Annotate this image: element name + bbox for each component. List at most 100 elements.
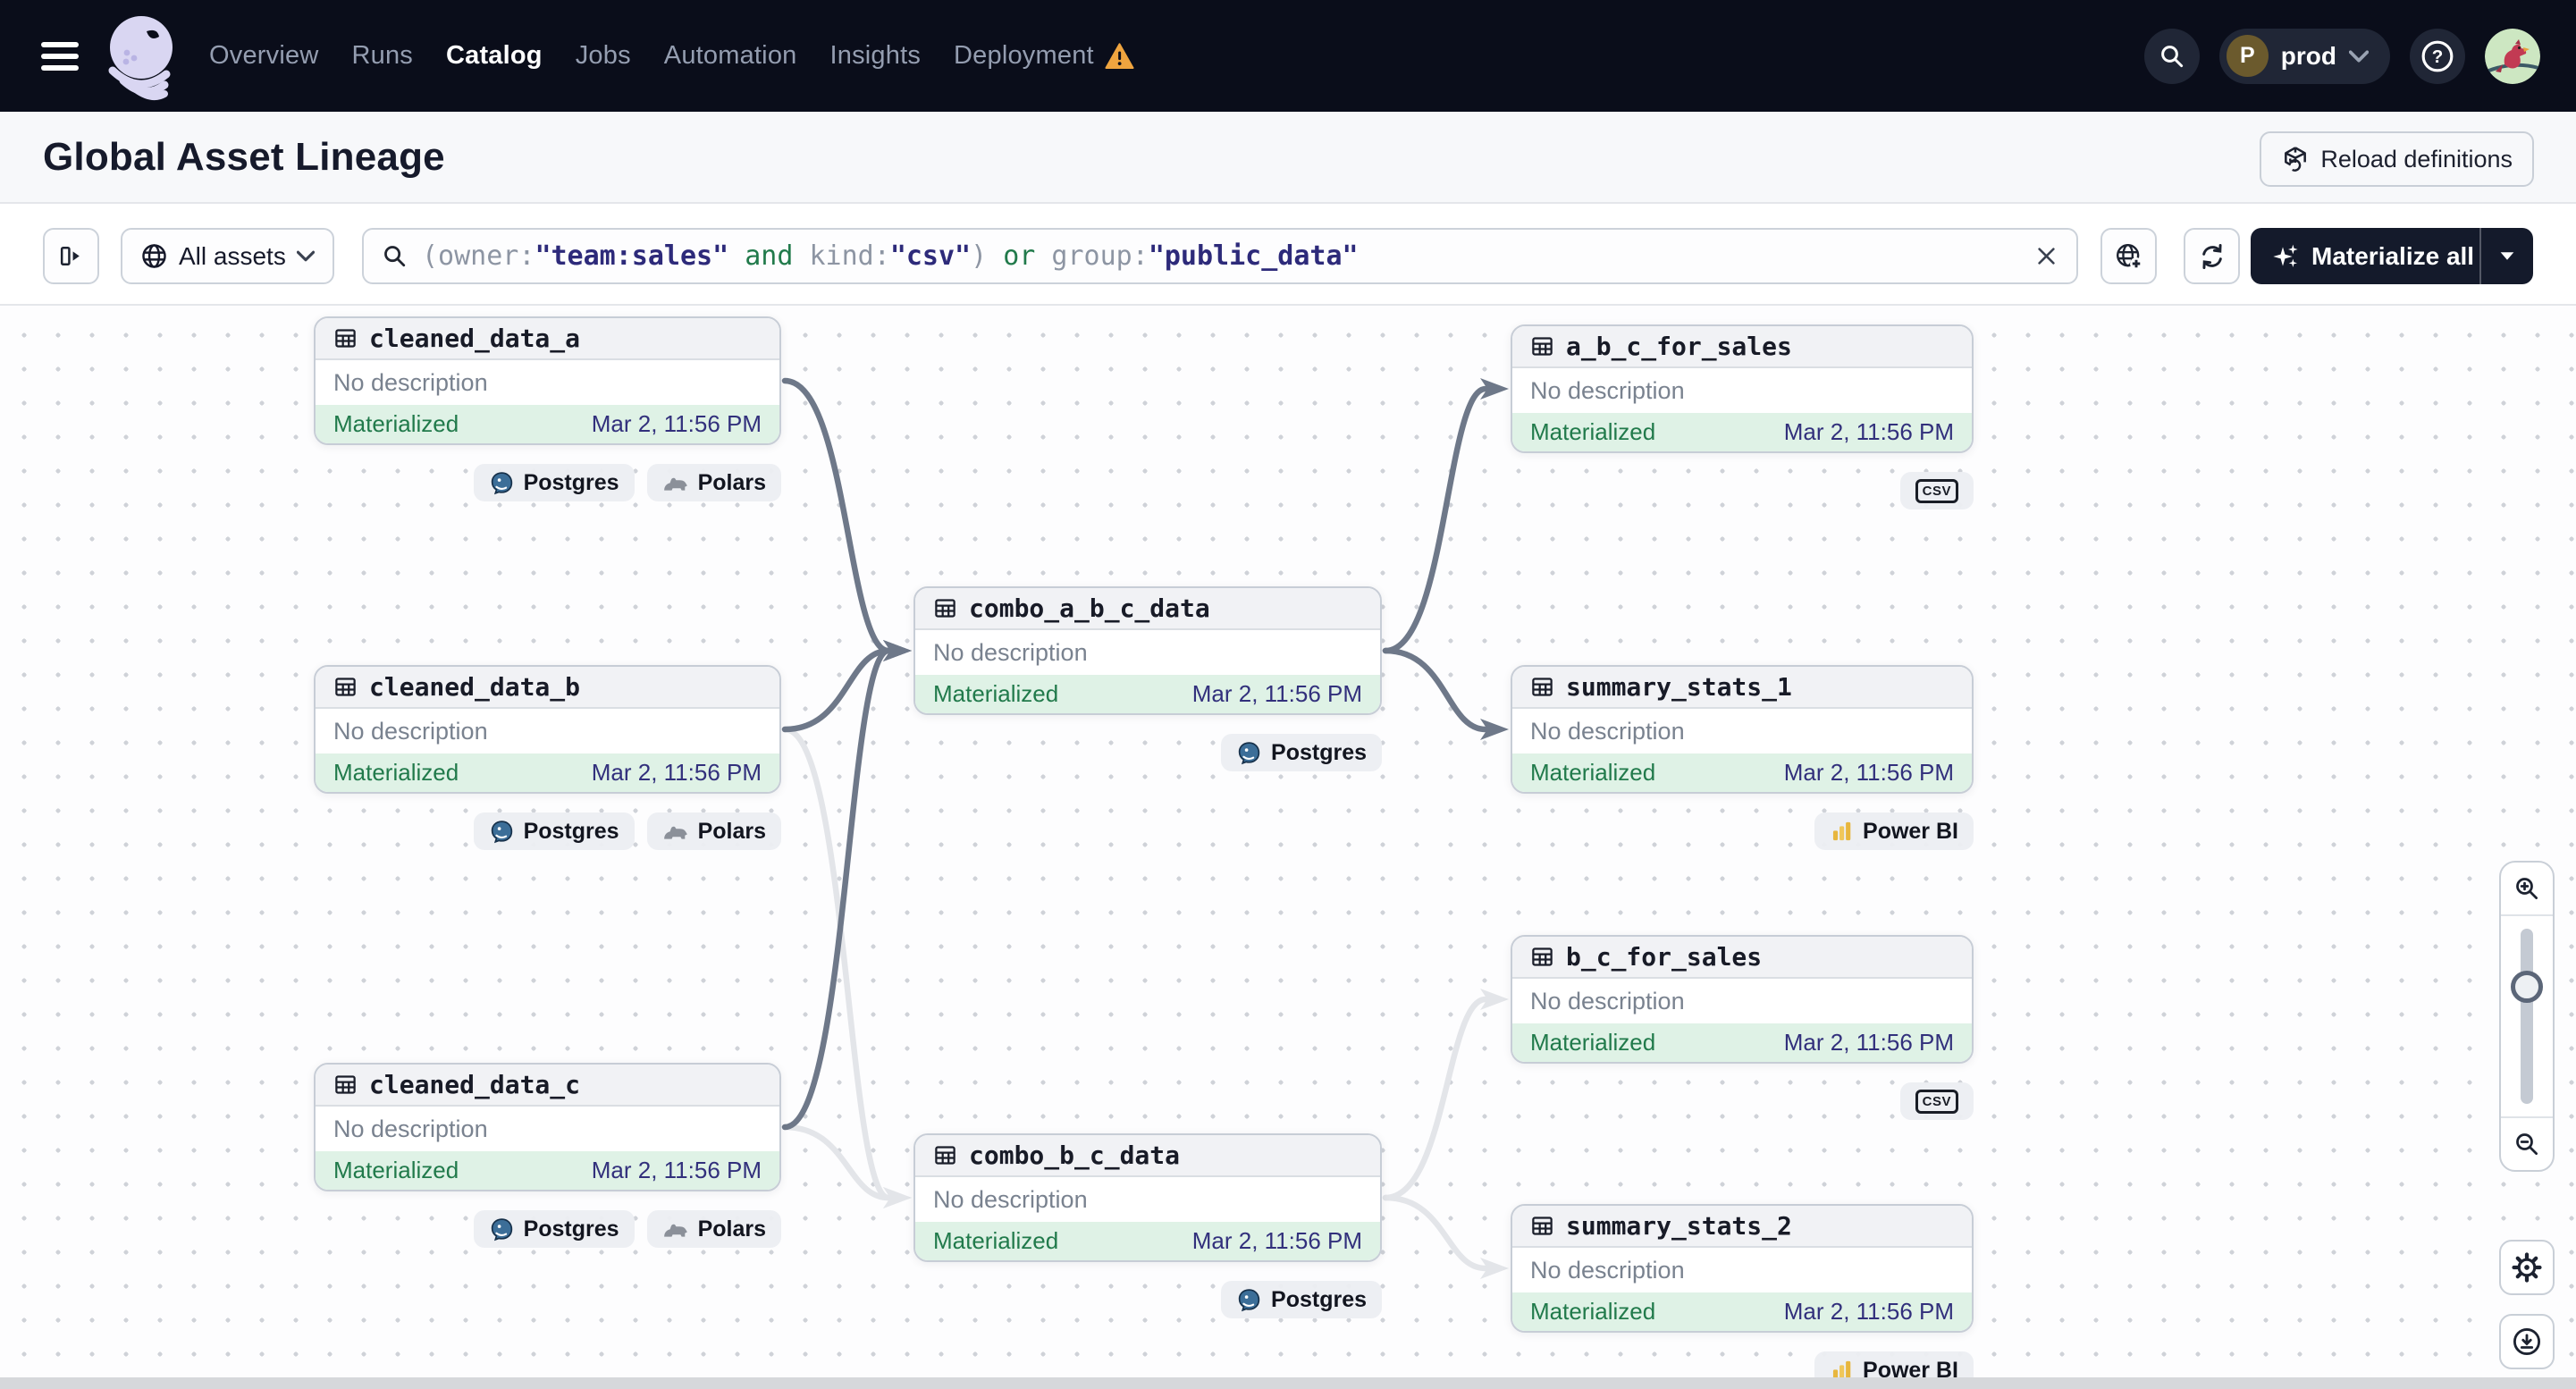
svg-text:?: ? [2432, 46, 2444, 67]
asset-status-bar: Materialized Mar 2, 11:56 PM [915, 675, 1380, 713]
deployment-name: prod [2280, 41, 2336, 70]
nav-item-insights[interactable]: Insights [829, 41, 921, 71]
asset-node-summary_stats_1[interactable]: summary_stats_1 No description Materiali… [1511, 665, 1974, 794]
asset-scope-dropdown[interactable]: All assets [121, 228, 334, 284]
lineage-edge-cleaned_data_b-to-combo_b_c_data [781, 726, 912, 1208]
kind-tag-csv[interactable]: CSV [1899, 472, 1974, 509]
query-segment-value: "team:sales" [535, 240, 729, 272]
menu-icon[interactable] [41, 36, 79, 77]
power-bi-icon [1832, 1360, 1851, 1377]
zoom-out-button[interactable] [2501, 1118, 2553, 1170]
polars-bear-icon [663, 1224, 687, 1237]
postgres-icon [1238, 741, 1260, 764]
zoom-in-button[interactable] [2501, 863, 2553, 914]
asset-tag-row: Power BI [1511, 1351, 1974, 1377]
nav-item-jobs[interactable]: Jobs [576, 41, 631, 71]
kind-tag-postgres[interactable]: Postgres [1221, 1281, 1382, 1318]
kind-tag-polars[interactable]: Polars [646, 1210, 781, 1248]
asset-status-bar: Materialized Mar 2, 11:56 PM [316, 405, 779, 443]
asset-node-header: b_c_for_sales [1512, 937, 1972, 979]
kind-tag-label: Polars [697, 1216, 766, 1242]
clear-filter-icon[interactable] [2034, 244, 2058, 268]
materialization-timestamp: Mar 2, 11:56 PM [1783, 1029, 1954, 1056]
asset-status-bar: Materialized Mar 2, 11:56 PM [915, 1222, 1380, 1260]
kind-tag-polars[interactable]: Polars [646, 812, 781, 850]
asset-tag-row: Power BI [1511, 812, 1974, 850]
polars-bear-icon [663, 826, 687, 839]
kind-tag-polars[interactable]: Polars [646, 464, 781, 501]
nav-item-deployment[interactable]: Deployment [954, 41, 1134, 71]
nav-item-catalog[interactable]: Catalog [446, 41, 543, 71]
materialize-all-button[interactable]: Materialize all [2251, 228, 2533, 284]
kind-tag-postgres[interactable]: Postgres [1221, 734, 1382, 771]
asset-node-combo_a_b_c_data[interactable]: combo_a_b_c_data No description Material… [913, 586, 1382, 715]
avatar-bird-image [2485, 28, 2540, 84]
table-icon [1532, 947, 1553, 966]
kind-tag-postgres[interactable]: Postgres [473, 812, 635, 850]
materialization-timestamp: Mar 2, 11:56 PM [591, 759, 762, 786]
view-group-settings-button[interactable] [2100, 228, 2157, 284]
page-header: Global Asset Lineage Reload definitions [0, 112, 2576, 204]
asset-scope-label: All assets [179, 241, 286, 270]
asset-description: No description [1530, 987, 1685, 1014]
asset-node-cleaned_data_c[interactable]: cleaned_data_c No description Materializ… [314, 1063, 781, 1191]
nav-item-runs[interactable]: Runs [351, 41, 413, 71]
nav-item-label: Insights [829, 41, 922, 70]
caret-down-icon [2500, 252, 2514, 260]
kind-tag-powerbi[interactable]: Power BI [1814, 1351, 1974, 1377]
kind-tag-postgres[interactable]: Postgres [473, 1210, 635, 1248]
postgres-icon [491, 1217, 512, 1241]
graph-settings-button[interactable] [2499, 1240, 2555, 1295]
asset-description: No description [333, 717, 488, 745]
asset-node-cleaned_data_b[interactable]: cleaned_data_b No description Materializ… [314, 665, 781, 794]
horizontal-scrollbar-gutter[interactable] [0, 1377, 2576, 1389]
search-button[interactable] [2143, 28, 2200, 84]
dagster-logo-icon[interactable] [100, 12, 184, 101]
primary-nav: Overview Runs Catalog Jobs Automation Insight… [209, 41, 1134, 71]
materialization-status: Materialized [933, 1227, 1059, 1254]
expand-sidebar-button[interactable] [43, 228, 99, 284]
nav-item-automation[interactable]: Automation [664, 41, 797, 71]
kind-tag-powerbi[interactable]: Power BI [1814, 812, 1974, 850]
nav-item-label: Overview [209, 41, 319, 70]
asset-node-summary_stats_2[interactable]: summary_stats_2 No description Materiali… [1511, 1204, 1974, 1333]
asset-description: No description [333, 1115, 488, 1142]
kind-tag-label: Polars [697, 818, 766, 844]
lineage-graph-canvas[interactable]: cleaned_data_a No description Materializ… [0, 304, 2576, 1377]
lineage-edge-combo_a_b_c_data-to-a_b_c_for_sales [1382, 378, 1509, 654]
filter-query-text: (owner:"team:sales" and kind:"csv") or g… [422, 240, 2020, 272]
deployment-switcher[interactable]: P prod [2218, 28, 2390, 84]
user-avatar[interactable] [2485, 28, 2540, 84]
nav-item-label: Runs [351, 41, 413, 70]
asset-node-b_c_for_sales[interactable]: b_c_for_sales No description Materialize… [1511, 935, 1974, 1064]
asset-node-combo_b_c_data[interactable]: combo_b_c_data No description Materializ… [913, 1133, 1382, 1262]
lineage-edge-cleaned_data_a-to-combo_a_b_c_data [781, 377, 912, 661]
materialization-timestamp: Mar 2, 11:56 PM [1783, 759, 1954, 786]
materialization-timestamp: Mar 2, 11:56 PM [1783, 1298, 1954, 1325]
query-segment-value: "csv" [889, 240, 972, 272]
asset-node-a_b_c_for_sales[interactable]: a_b_c_for_sales No description Materiali… [1511, 324, 1974, 453]
materialize-options-button[interactable] [2481, 251, 2533, 261]
asset-status-bar: Materialized Mar 2, 11:56 PM [1512, 753, 1972, 792]
question-icon: ? [2421, 40, 2454, 72]
download-image-button[interactable] [2499, 1314, 2555, 1369]
refresh-button[interactable] [2184, 228, 2240, 284]
postgres-icon [491, 820, 512, 843]
asset-node-cleaned_data_a[interactable]: cleaned_data_a No description Materializ… [314, 316, 781, 445]
kind-tag-label: Postgres [1271, 739, 1367, 765]
zoom-slider-thumb[interactable] [2511, 971, 2543, 1003]
kind-tag-postgres[interactable]: Postgres [473, 464, 635, 501]
materialization-timestamp: Mar 2, 11:56 PM [591, 410, 762, 437]
zoom-slider-track[interactable] [2521, 929, 2533, 1104]
table-icon [335, 678, 356, 696]
nav-item-label: Catalog [445, 41, 543, 70]
asset-description: No description [1530, 376, 1685, 404]
help-button[interactable]: ? [2410, 28, 2465, 84]
reload-definitions-button[interactable]: Reload definitions [2260, 131, 2534, 187]
nav-item-overview[interactable]: Overview [209, 41, 318, 71]
kind-tag-csv[interactable]: CSV [1899, 1082, 1974, 1120]
asset-filter-input[interactable]: (owner:"team:sales" and kind:"csv") or g… [362, 228, 2078, 284]
table-icon [335, 1075, 356, 1094]
panel-expand-icon [60, 246, 80, 266]
asset-status-bar: Materialized Mar 2, 11:56 PM [1512, 1023, 1972, 1062]
